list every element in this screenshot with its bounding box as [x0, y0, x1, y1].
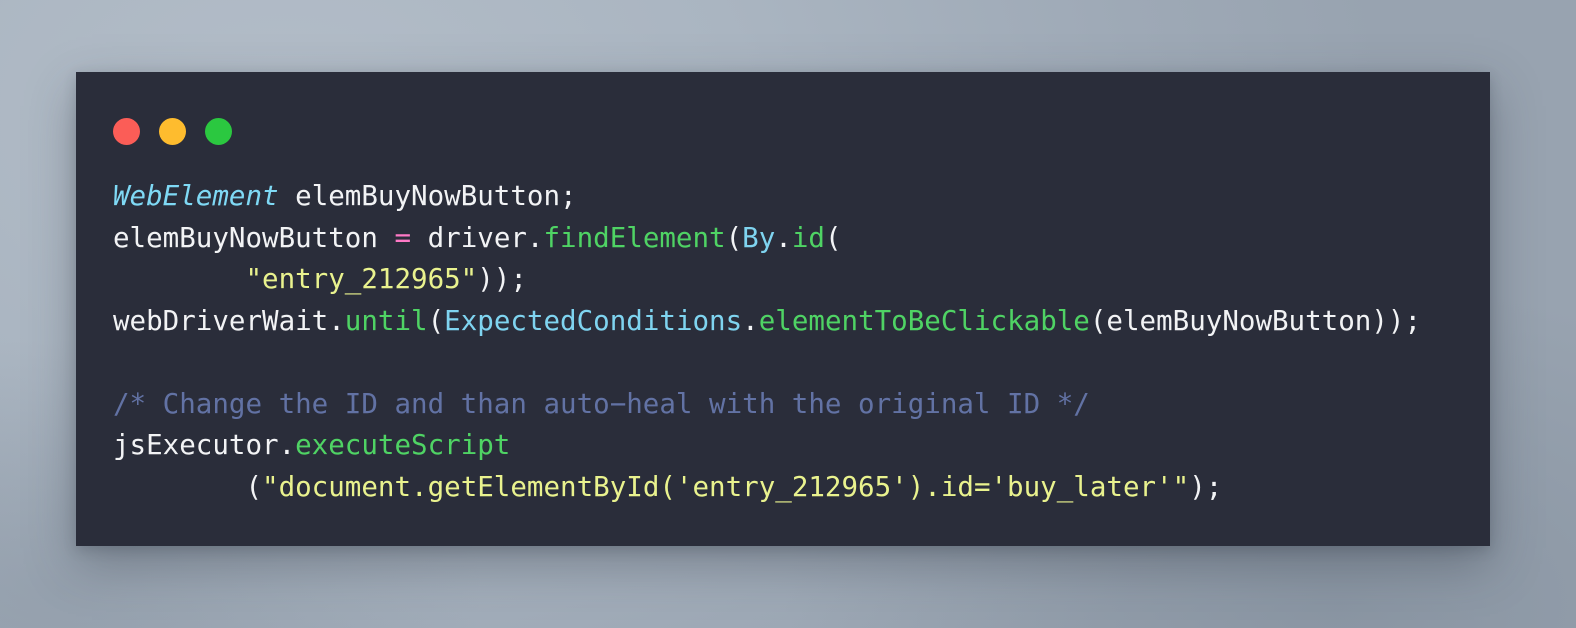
- code-token-plain: .: [775, 221, 792, 254]
- code-token-plain: (elemBuyNowButton));: [1089, 304, 1422, 337]
- code-token-plain: elemBuyNowButton: [113, 221, 395, 254]
- code-token-func: elementToBeClickable: [758, 304, 1090, 337]
- code-line: jsExecutor.executeScript: [113, 429, 510, 461]
- code-token-class: ExpectedConditions: [444, 304, 743, 337]
- code-token-plain: driver.: [411, 221, 544, 254]
- code-token-plain: .: [742, 304, 759, 337]
- minimize-button[interactable]: [159, 118, 186, 145]
- code-window: WebElement elemBuyNowButton; elemBuyNowB…: [76, 72, 1490, 546]
- code-line: WebElement elemBuyNowButton;: [113, 180, 577, 212]
- code-token-plain: webDriverWait.: [113, 304, 345, 337]
- code-token-class: By: [742, 221, 776, 254]
- window-title-bar: [113, 118, 232, 145]
- code-line: webDriverWait.until(ExpectedConditions.e…: [113, 305, 1421, 337]
- code-token-func: id: [791, 221, 825, 254]
- code-token-string: "entry_212965": [245, 263, 478, 295]
- code-token-plain: jsExecutor.: [113, 429, 296, 461]
- code-token-func: findElement: [543, 221, 726, 254]
- code-token-func: until: [344, 304, 428, 337]
- code-line: ("document.getElementById('entry_212965'…: [113, 471, 1222, 503]
- code-token-plain: (: [113, 470, 263, 503]
- maximize-button[interactable]: [205, 118, 232, 145]
- code-body: WebElement elemBuyNowButton; elemBuyNowB…: [113, 176, 1476, 536]
- code-line: /* Change the ID and than auto−heal with…: [113, 388, 1090, 420]
- code-line: "entry_212965"));: [113, 263, 527, 295]
- code-token-plain: (: [824, 221, 842, 254]
- code-token-func: executeScript: [295, 429, 511, 461]
- code-token-string: "document.getElementById('entry_212965')…: [262, 470, 1190, 503]
- close-button[interactable]: [113, 118, 140, 145]
- code-token-plain: );: [1189, 470, 1223, 503]
- page-root: WebElement elemBuyNowButton; elemBuyNowB…: [0, 0, 1576, 628]
- code-token-plain: elemBuyNowButton;: [278, 180, 577, 212]
- code-snippet[interactable]: WebElement elemBuyNowButton; elemBuyNowB…: [113, 176, 1476, 508]
- code-token-plain: (: [725, 221, 743, 254]
- code-token-plain: ));: [477, 263, 527, 295]
- code-line: elemBuyNowButton = driver.findElement(By…: [113, 222, 842, 254]
- code-token-type: WebElement: [113, 180, 279, 212]
- code-token-plain: (: [427, 304, 445, 337]
- code-token-op: =: [394, 221, 412, 254]
- code-token-comment: /* Change the ID and than auto−heal with…: [113, 387, 1090, 420]
